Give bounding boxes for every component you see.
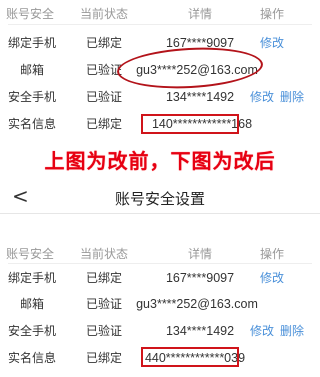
row-type: 实名信息 (7, 351, 56, 365)
header-current-state: 当前状态 (80, 247, 129, 261)
header-account-security: 账号安全 (6, 7, 55, 21)
annotation-box (141, 114, 239, 134)
table-row: 安全手机 已验证 134****1492 修改 删除 (0, 90, 320, 116)
page-title: 账号安全设置 (114, 190, 205, 208)
row-type: 安全手机 (7, 324, 56, 338)
row-ops: 修改 删除 (250, 90, 304, 104)
row-state: 已验证 (86, 324, 123, 338)
row-ops: 修改 删除 (250, 324, 304, 338)
row-ops: 修改 (250, 271, 284, 285)
before-table-header: 账号安全 当前状态 详情 操作 (0, 0, 320, 26)
row-ops: 修改 (250, 36, 284, 50)
divider (8, 263, 312, 264)
table-row: 绑定手机 已绑定 167****9097 修改 (0, 271, 320, 297)
header-current-state: 当前状态 (80, 7, 129, 21)
nav-bar: < 账号安全设置 (0, 180, 320, 214)
row-type: 邮箱 (19, 297, 44, 311)
edit-link[interactable]: 修改 (250, 90, 274, 104)
annotation-box (141, 347, 239, 367)
divider (8, 24, 312, 25)
row-state: 已绑定 (86, 117, 123, 131)
edit-link[interactable]: 修改 (260, 271, 284, 285)
table-row: 邮箱 已验证 gu3****252@163.com (0, 297, 320, 323)
header-detail: 详情 (188, 247, 213, 261)
row-type: 实名信息 (7, 117, 56, 131)
header-operation: 操作 (260, 247, 285, 261)
row-type: 绑定手机 (7, 271, 56, 285)
header-operation: 操作 (260, 7, 285, 21)
row-type: 邮箱 (19, 63, 44, 77)
row-type: 绑定手机 (7, 36, 56, 50)
delete-link[interactable]: 删除 (280, 324, 304, 338)
header-account-security: 账号安全 (6, 247, 55, 261)
row-state: 已验证 (86, 90, 123, 104)
annotation-banner: 上图为改前，下图为改后 (44, 149, 276, 173)
row-state: 已绑定 (86, 271, 123, 285)
delete-link[interactable]: 删除 (280, 90, 304, 104)
row-detail: gu3****252@163.com (136, 297, 258, 311)
edit-link[interactable]: 修改 (250, 324, 274, 338)
header-detail: 详情 (188, 7, 213, 21)
row-state: 已绑定 (86, 36, 123, 50)
edit-link[interactable]: 修改 (260, 36, 284, 50)
row-type: 安全手机 (7, 90, 56, 104)
row-state: 已验证 (86, 297, 123, 311)
row-state: 已绑定 (86, 351, 123, 365)
